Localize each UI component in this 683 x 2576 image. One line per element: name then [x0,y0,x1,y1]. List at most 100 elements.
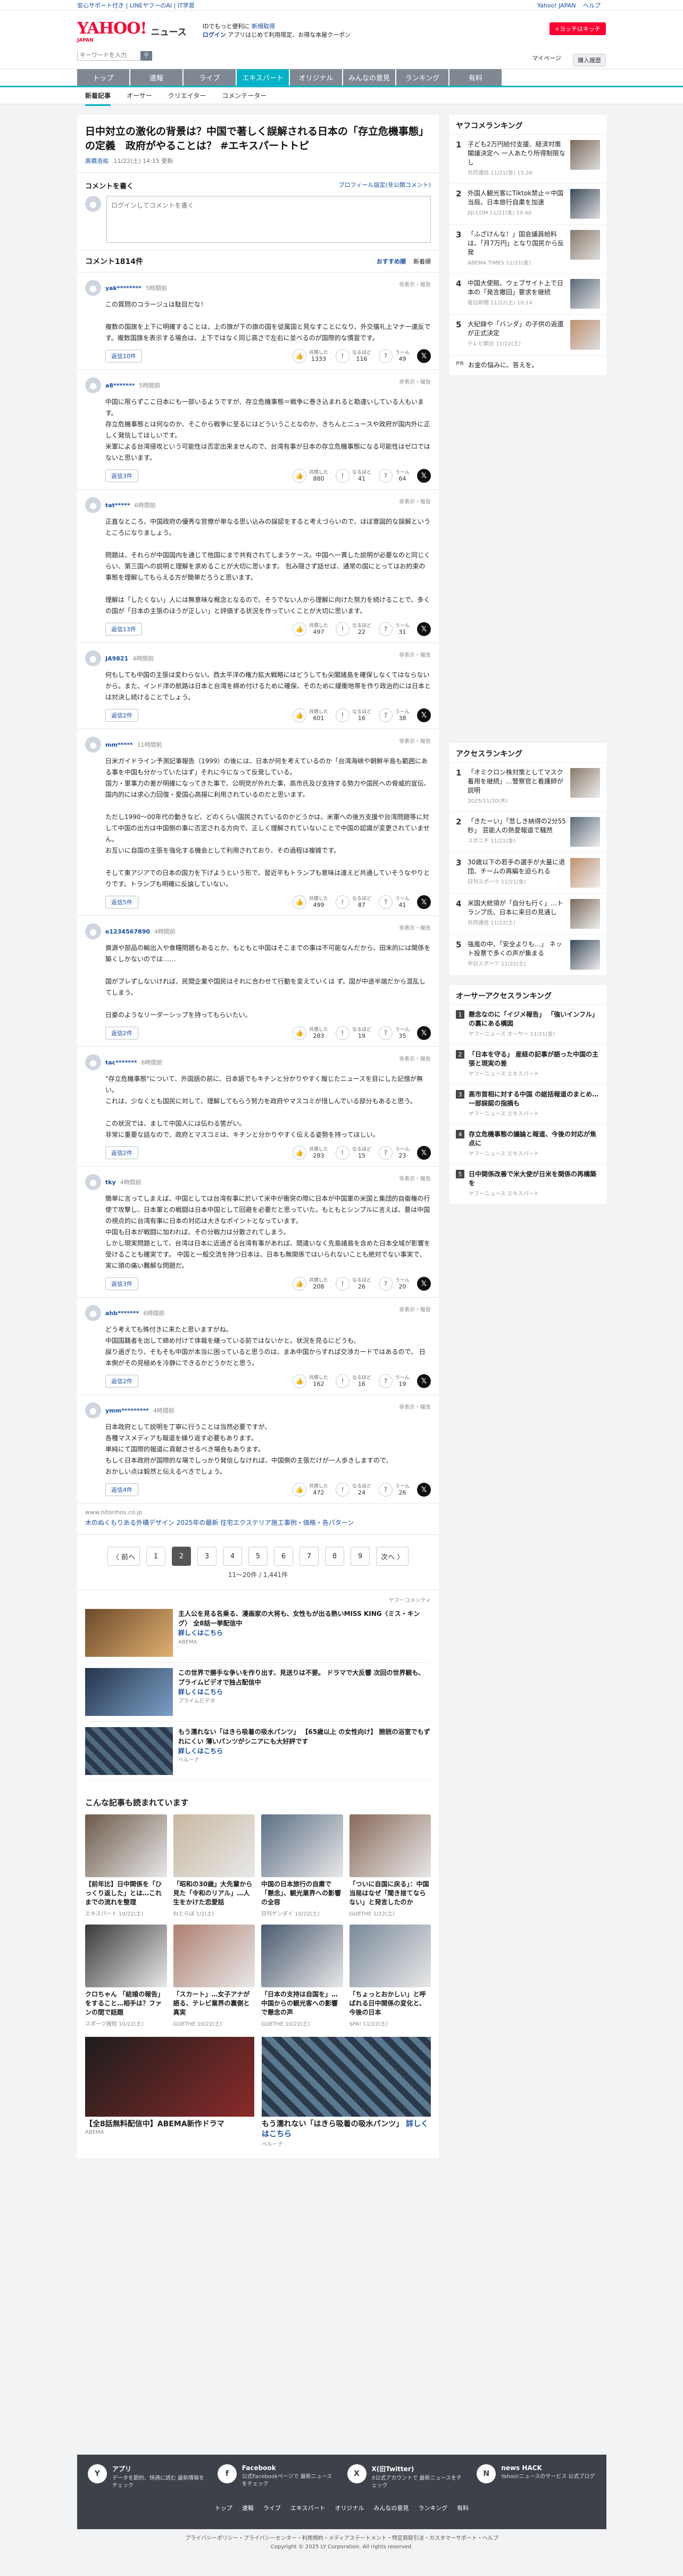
yahoo-logo[interactable]: YAHOO! JAPAN [77,19,147,43]
report-link[interactable]: 非表示・報告 [399,923,431,931]
ranking-title[interactable]: 強風の中、「安全よりも…」 ネット投票で多くの声が集まる [468,940,566,958]
x-share-icon[interactable]: 𝕏 [417,1374,431,1388]
ranking-title[interactable]: 日中関係改善で米大使が日米を関係の再構築を [469,1170,600,1188]
card-title[interactable]: 「ちょっとおかしい」と呼ばれる日中関係の変化と、今後の日本 [349,1990,431,2017]
tab-live[interactable]: ライブ [184,69,236,86]
recommended-card[interactable]: 「ちょっとおかしい」と呼ばれる日中関係の変化と、今後の日本 SPA! 11/22(… [349,1925,431,2027]
details-link[interactable]: 詳しくはこちら [178,1628,431,1638]
report-link[interactable]: 非表示・報告 [399,1054,431,1062]
card-title[interactable]: 「日本の支持は自国を」…中国からの観光客への影響で懸念の声 [261,1990,343,2017]
footer-nav-item[interactable]: 有料 [457,2504,469,2512]
recommended-big-card[interactable]: もう濡れない「はきら吸着の吸水パンツ」 詳しくはこちら ベルーナ [262,2037,431,2148]
purchase-history-button[interactable]: 購入履歴 [573,53,606,67]
sponsored-title[interactable]: もう濡れない「はきら吸着の吸水パンツ」 【65歳以上 の女性向け】 膀胱の浴室で… [178,1727,431,1746]
access-ranking-item[interactable]: 5 強風の中、「安全よりも…」 ネット投票で多くの声が集まる 中日スポーツ 11/2… [449,935,606,976]
author-ranking-item[interactable]: 5 日中関係改善で米大使が日米を関係の再構築を ヤフーニュース エキスパート [449,1165,606,1204]
ranking-title[interactable]: 「オミクロン株対策としてマスク着用を継続」…警察官と看護師が説明 [468,768,566,795]
footer-nav-item[interactable]: オリジナル [335,2504,364,2512]
ranking-title[interactable]: 「日本を守る」 産経の記事が語った中国の主張と現実の差 [469,1050,600,1068]
footer-col[interactable]: Y アプリ データを節約、快適に読む 最新情報をチェック [88,2464,207,2490]
vote-think-button[interactable]: ! なるほど 87 [335,895,371,909]
replies-button[interactable]: 返信10件 [105,350,142,362]
vote-think-button[interactable]: ! なるほど 16 [335,708,371,722]
ranking-item[interactable]: 5 大紀錄や「バンダ」の子供の返還が正式決定 テレビ朝日 11/22(土) [449,315,606,356]
pr-text[interactable]: お金の悩みに、答えを。 [468,361,600,370]
vote-agree-button[interactable]: 👍 共感した 472 [292,1483,328,1497]
replies-button[interactable]: 返信3件 [105,1277,138,1290]
card-title[interactable]: 「昭和の30歳」大先輩から見た「令和のリアル」…人生をかけた恋愛話 [173,1880,255,1907]
vote-think-button[interactable]: ! なるほど 24 [335,1483,371,1497]
tab-ranking[interactable]: ランキング [396,69,448,86]
ranking-item[interactable]: 1 子ども2万円給付支援、経済対策 閣議決定へ 一人あたり所得制限なし 共同通信 1… [449,135,606,184]
access-ranking-item[interactable]: 2 「きたーい」「悲しき納得の2分55秒」 芸能人の熱愛報道で騒然 スポニチ 11/… [449,812,606,853]
recommended-big-card[interactable]: 【全8話無料配信中】ABEMA新作ドラマ ABEMA [85,2037,254,2148]
legal-links[interactable]: プライバシーポリシー・プライバシーセンター・利用規約・メディアステートメント・特… [77,2534,606,2543]
ranking-title[interactable]: 米国大統領が「自分も行く」…トランプ氏、日本に来日の見通し [468,899,566,917]
footer-col-title[interactable]: X(旧Twitter) [372,2464,467,2473]
recommended-card[interactable]: 「日本の支持は自国を」…中国からの観光客への影響で懸念の声 GOETHE 10/2… [261,1925,343,2027]
page-button[interactable]: 8 [325,1547,344,1566]
ranking-title[interactable]: 子ども2万円給付支援、経済対策 閣議決定へ 一人あたり所得制限なし [468,140,566,167]
comment-username[interactable]: mm***** [105,741,133,748]
vote-think-button[interactable]: ! なるほど 15 [335,1146,371,1160]
vote-agree-button[interactable]: 👍 共感した 497 [292,622,328,636]
vote-think-button[interactable]: ! なるほど 116 [335,349,371,363]
tab-opinion[interactable]: みんなの意見 [343,69,395,86]
inline-ad[interactable]: www.nitorihos.co.jp 木のぬくもりある外構デザイン 2025年… [77,1504,439,1535]
vote-think-button[interactable]: ! なるほど 16 [335,1374,371,1388]
comment-username[interactable]: tky [105,1179,116,1186]
card-title[interactable]: 中国の日本旅行の自粛で「懸念」、観光業界への影響の全容 [261,1880,343,1907]
vote-agree-button[interactable]: 👍 共感した 283 [292,1026,328,1040]
x-share-icon[interactable]: 𝕏 [417,1026,431,1040]
search-icon[interactable]: ⚲ [140,49,152,61]
vote-hmm-button[interactable]: ? うーん 49 [378,349,410,363]
page-button[interactable]: 7 [299,1547,319,1566]
details-link[interactable]: 詳しくはこちら [178,1687,431,1697]
mypage-link[interactable]: マイページ [532,54,561,67]
tab-breaking[interactable]: 速報 [130,69,182,86]
ranking-title[interactable]: 「きたーい」「悲しき納得の2分55秒」 芸能人の熱愛報道で騒然 [468,817,566,835]
vote-agree-button[interactable]: 👍 共感した 283 [292,1146,328,1160]
replies-button[interactable]: 返信13件 [105,623,142,635]
help-link[interactable]: ヘルプ [583,2,601,9]
sponsored-item[interactable]: この世界で勝手な争いを作り出す、見送りは不要。 ドラマで大反響 次回の世界観も、… [85,1663,431,1722]
login-link[interactable]: ログイン [203,31,226,38]
replies-button[interactable]: 返信4件 [105,1483,138,1496]
yahoo-japan-link[interactable]: Yahoo! JAPAN [537,2,576,9]
page-button[interactable]: 6 [274,1547,293,1566]
vote-hmm-button[interactable]: ? うーん 19 [378,1374,410,1388]
vote-hmm-button[interactable]: ? うーん 23 [378,1146,410,1160]
page-button[interactable]: 5 [248,1547,268,1566]
replies-button[interactable]: 返信3件 [105,469,138,482]
access-ranking-item[interactable]: 1 「オミクロン株対策としてマスク着用を継続」…警察官と看護師が説明 2025/11… [449,763,606,812]
vote-agree-button[interactable]: 👍 共感した 601 [292,708,328,722]
comment-username[interactable]: ymm********* [105,1407,149,1414]
footer-nav-item[interactable]: エキスパート [290,2504,326,2512]
sort-newest[interactable]: 新着順 [413,257,431,266]
footer-nav-item[interactable]: ライブ [263,2504,281,2512]
card-title[interactable]: もう濡れない「はきら吸着の吸水パンツ」 詳しくはこちら [262,2119,431,2140]
access-ranking-item[interactable]: 3 30歳以下の若手の選手が大量に退団、チームの再編を迫られる 日刊スポーツ 11/… [449,853,606,894]
card-title[interactable]: 【前年比】日中関係を「ひっくり返した」とは…これまでの流れを整理 [85,1880,167,1907]
card-title[interactable]: 「ついに自国に戻る」：中国当局はなぜ「聞き捨てならない」と発言したのか [349,1880,431,1907]
page-button-current[interactable]: 2 [172,1547,191,1566]
card-title[interactable]: 【全8話無料配信中】ABEMA新作ドラマ [85,2119,254,2129]
recommended-card[interactable]: 「スカート」…女子アナが語る、テレビ業界の裏側と真実 GOETHE 10/22(土… [173,1925,255,2027]
replies-button[interactable]: 返信5件 [105,896,138,909]
replies-button[interactable]: 返信2件 [105,1375,138,1388]
pr-item[interactable]: PR お金の悩みに、答えを。 [449,356,606,376]
ranking-title[interactable]: 存立危機事態の議論と報道、今後の対応が焦点に [469,1130,600,1148]
ranking-title[interactable]: 懸念なのに「イジメ報告」 「強いインフル」 の裏にある構図 [469,1010,600,1028]
comment-username[interactable]: ahb******* [105,1310,139,1317]
vote-agree-button[interactable]: 👍 共感した 880 [292,469,328,483]
sponsored-item[interactable]: 主人公を見る名乗る、漫画家の大将も、女性もが出る熱いMISS KING〈ミス・キ… [85,1604,431,1663]
subnav-creator[interactable]: クリエイター [168,91,206,100]
sponsored-title[interactable]: この世界で勝手な争いを作り出す、見送りは不要。 ドラマで大反響 次回の世界観も、… [178,1668,431,1687]
comment-username[interactable]: yak******** [105,285,141,292]
comment-username[interactable]: JA9821 [105,655,128,662]
footer-nav-item[interactable]: トップ [215,2504,232,2512]
next-page-button[interactable]: 次へ 〉 [376,1547,409,1566]
footer-nav-item[interactable]: ランキング [419,2504,448,2512]
x-share-icon[interactable]: 𝕏 [417,708,431,722]
ranking-item[interactable]: 2 外国人観光客にTiktok禁止＝中国当局、日本旅行自粛を加速 JIJI.COM … [449,184,606,225]
